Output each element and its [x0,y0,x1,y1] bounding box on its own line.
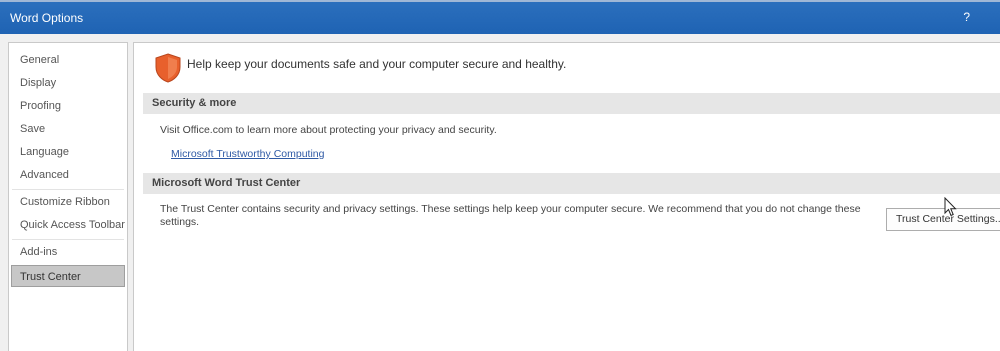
nav-item-quick-access-toolbar[interactable]: Quick Access Toolbar [11,214,125,236]
trust-center-settings-button[interactable]: Trust Center Settings... [886,208,1000,231]
nav-item-proofing[interactable]: Proofing [11,95,125,117]
nav-item-add-ins[interactable]: Add-ins [11,241,125,263]
window-title: Word Options [10,11,84,25]
mouse-pointer-icon [944,197,957,217]
section-header-trust-center: Microsoft Word Trust Center [143,173,1000,194]
nav-item-advanced[interactable]: Advanced [11,164,125,186]
intro-text: Help keep your documents safe and your c… [187,57,567,71]
trustworthy-computing-link[interactable]: Microsoft Trustworthy Computing [171,148,324,160]
nav-item-trust-center[interactable]: Trust Center [11,265,125,287]
options-nav: General Display Proofing Save Language A… [8,42,128,351]
nav-item-save[interactable]: Save [11,118,125,140]
title-bar: Word Options ? [0,0,1000,34]
nav-item-general[interactable]: General [11,49,125,71]
help-button[interactable]: ? [963,10,970,24]
security-description: Visit Office.com to learn more about pro… [160,124,497,136]
options-window: General Display Proofing Save Language A… [0,34,1000,351]
section-header-security: Security & more [143,93,1000,114]
nav-item-customize-ribbon[interactable]: Customize Ribbon [11,191,125,213]
nav-item-language[interactable]: Language [11,141,125,163]
nav-divider [12,189,124,190]
trust-center-description-line2: settings. [160,216,200,228]
nav-divider [12,239,124,240]
shield-icon [155,53,181,83]
trust-center-description: The Trust Center contains security and p… [160,203,861,215]
nav-item-display[interactable]: Display [11,72,125,94]
content-pane: Help keep your documents safe and your c… [133,42,1000,351]
